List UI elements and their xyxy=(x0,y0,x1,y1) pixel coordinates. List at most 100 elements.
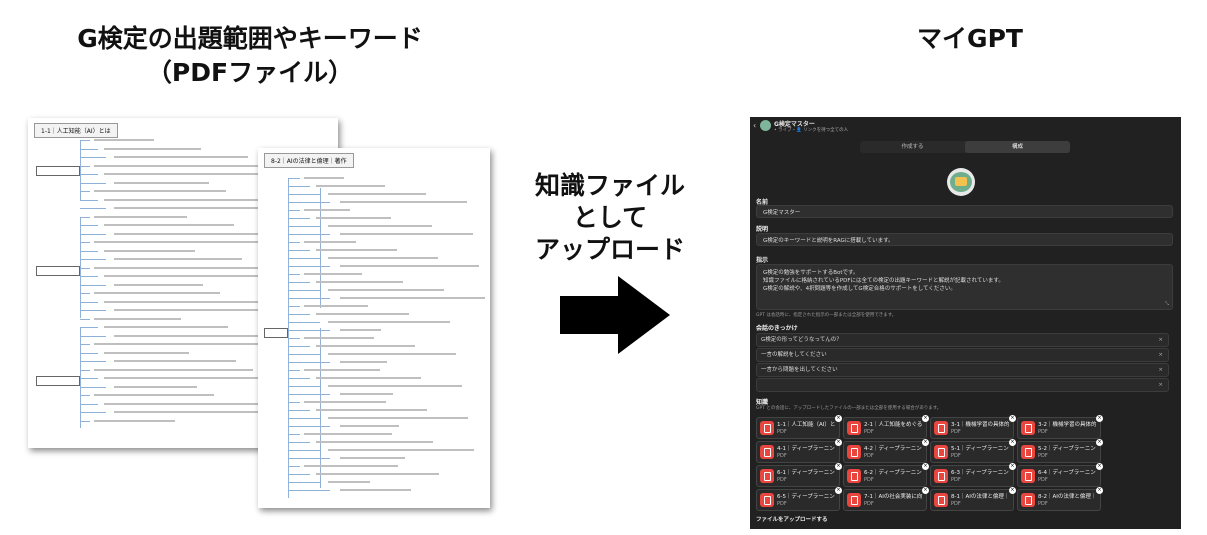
mindmap-connector xyxy=(80,216,90,218)
mindmap-connector xyxy=(288,370,300,371)
remove-file-icon[interactable]: × xyxy=(1096,487,1103,494)
remove-file-icon[interactable]: × xyxy=(835,487,842,494)
back-chevron-icon[interactable]: ‹ xyxy=(753,121,756,130)
remove-file-icon[interactable]: × xyxy=(1096,439,1103,446)
mindmap-text xyxy=(328,353,456,355)
instructions-note: GPT は会話時に、指定された指示の一部または全部を使用できます。 xyxy=(756,313,897,318)
knowledge-file-chip[interactable]: 2-1｜人工知能をめぐる動向.pdfPDF × xyxy=(843,415,929,439)
knowledge-file-chip[interactable]: 3-1｜機械学習の具体的手法.pdfPDF × xyxy=(930,415,1016,439)
mindmap-connector xyxy=(288,218,310,219)
knowledge-file-chip[interactable]: 8-2｜AIの法律と倫理｜倫理.pdfPDF × xyxy=(1017,487,1103,511)
remove-file-icon[interactable]: × xyxy=(922,463,929,470)
starter-input[interactable]: × xyxy=(756,378,1169,392)
mindmap-text xyxy=(114,258,242,260)
close-icon[interactable]: × xyxy=(1158,379,1163,391)
close-icon[interactable]: × xyxy=(1158,349,1163,361)
mindmap-connector xyxy=(80,293,90,294)
knowledge-note: GPT との会話に、アップロードしたファイルの一部または全部を使用する場合があり… xyxy=(756,406,942,411)
gpt-builder-panel: ‹ G検定マスター • ライブ・👤 リンクを持つ全ての人 作成する 構成 名前 … xyxy=(750,117,1181,529)
mindmap-connector xyxy=(80,327,98,328)
file-name: 6-3｜ディープラーニングの応用.pdf xyxy=(951,470,1009,476)
mindmap-text xyxy=(104,249,195,252)
mindmap-text xyxy=(340,297,485,299)
mindmap-connector xyxy=(288,434,300,435)
remove-file-icon[interactable]: × xyxy=(1096,463,1103,470)
knowledge-file-chip[interactable]: 6-4｜ディープラーニングの応用.pdfPDF × xyxy=(1017,463,1103,487)
pdf-icon xyxy=(934,445,948,459)
mindmap-text xyxy=(316,377,421,379)
mindmap-text xyxy=(94,317,181,320)
knowledge-file-chip[interactable]: 8-1｜AIの法律と倫理｜法律.pdfPDF × xyxy=(930,487,1016,511)
knowledge-file-chip[interactable]: 6-3｜ディープラーニングの応用.pdfPDF × xyxy=(930,463,1016,487)
gpt-header-sub: • ライブ・👤 リンクを持つ全ての人 xyxy=(774,128,849,133)
remove-file-icon[interactable]: × xyxy=(922,415,929,422)
mindmap-connector xyxy=(80,335,106,337)
instructions-textarea[interactable]: G検定の勉強をサポートするBotです。 知識ファイルに格納されているPDFには全… xyxy=(756,264,1173,310)
builder-tabs: 作成する 構成 xyxy=(860,141,1070,153)
pdf-icon xyxy=(760,469,774,483)
mindmap-connector xyxy=(288,346,310,347)
tab-configure[interactable]: 構成 xyxy=(965,141,1070,153)
starter-input[interactable]: 一言の解説をしてください × xyxy=(756,348,1169,362)
knowledge-file-chip[interactable]: 6-2｜ディープラーニングの応用.pdfPDF × xyxy=(843,463,929,487)
mindmap-connector xyxy=(80,361,106,362)
starter-input[interactable]: 一言から問題を出してください × xyxy=(756,363,1169,377)
mindmap-connector xyxy=(288,354,320,355)
knowledge-file-chip[interactable]: 4-2｜ディープラーニングの概要.pdfPDF × xyxy=(843,439,929,463)
knowledge-file-chip[interactable]: 6-5｜ディープラーニングの応用.pdfPDF × xyxy=(756,487,842,511)
remove-file-icon[interactable]: × xyxy=(922,487,929,494)
mindmap-text xyxy=(340,361,387,363)
mindmap-connector xyxy=(288,458,330,459)
mindmap-text xyxy=(316,217,391,219)
file-name: 7-1｜AIの社会実装に向けて.pdf xyxy=(864,494,922,500)
remove-file-icon[interactable]: × xyxy=(1096,415,1103,422)
right-title: マイGPT xyxy=(917,24,1023,53)
gpt-avatar-small xyxy=(760,120,771,131)
mindmap-text xyxy=(304,433,392,435)
remove-file-icon[interactable]: × xyxy=(1009,463,1016,470)
remove-file-icon[interactable]: × xyxy=(1009,415,1016,422)
gpt-avatar[interactable] xyxy=(947,168,975,196)
description-input[interactable]: G検定のキーワードと説明をRAGに搭載しています。 xyxy=(756,233,1173,246)
knowledge-file-chip[interactable]: 7-1｜AIの社会実装に向けて.pdfPDF × xyxy=(843,487,929,511)
knowledge-file-chip[interactable]: 3-2｜機械学習の具体的手法.pdfPDF × xyxy=(1017,415,1103,439)
starter-input[interactable]: G検定の形ってどうなってんの？ × xyxy=(756,333,1169,347)
right-arrow-icon xyxy=(560,276,670,354)
mindmap-text xyxy=(316,473,439,475)
knowledge-file-chip[interactable]: 4-1｜ディープラーニングの概要.pdfPDF × xyxy=(756,439,842,463)
resize-icon[interactable]: ⤡ xyxy=(1165,301,1169,307)
file-type: PDF xyxy=(951,477,961,483)
mindmap-text xyxy=(94,215,187,218)
mindmap-connector xyxy=(288,290,320,291)
name-input[interactable]: G検定マスター xyxy=(756,205,1173,218)
close-icon[interactable]: × xyxy=(1158,364,1163,376)
mindmap-connector xyxy=(80,208,106,209)
mindmap-text xyxy=(304,177,344,179)
file-type: PDF xyxy=(777,453,787,459)
remove-file-icon[interactable]: × xyxy=(1009,487,1016,494)
upload-files-button[interactable]: ファイルをアップロードする xyxy=(756,515,828,523)
mindmap-text xyxy=(114,334,275,337)
mindmap-root-node xyxy=(264,328,288,338)
file-type: PDF xyxy=(951,501,961,507)
knowledge-file-chip[interactable]: 5-1｜ディープラーニングの要素.pdfPDF × xyxy=(930,439,1016,463)
file-name: 1-1｜人工知能（AI）とは.pdf xyxy=(777,422,835,428)
remove-file-icon[interactable]: × xyxy=(1009,439,1016,446)
mindmap-connector xyxy=(288,482,320,483)
mindmap-text xyxy=(304,305,368,307)
pdf-icon xyxy=(1021,445,1035,459)
pdf-icon xyxy=(934,421,948,435)
tab-create[interactable]: 作成する xyxy=(860,141,965,153)
remove-file-icon[interactable]: × xyxy=(835,415,842,422)
close-icon[interactable]: × xyxy=(1158,334,1163,346)
mindmap-connector xyxy=(80,165,90,167)
description-value: G検定のキーワードと説明をRAGに搭載しています。 xyxy=(763,238,894,244)
remove-file-icon[interactable]: × xyxy=(835,439,842,446)
mindmap-text xyxy=(104,147,201,150)
mindmap-connector xyxy=(288,330,330,331)
knowledge-file-chip[interactable]: 6-1｜ディープラーニングの応用.pdfPDF × xyxy=(756,463,842,487)
knowledge-file-chip[interactable]: 5-2｜ディープラーニングの要素.pdfPDF × xyxy=(1017,439,1103,463)
knowledge-file-chip[interactable]: 1-1｜人工知能（AI）とは.pdfPDF × xyxy=(756,415,842,439)
remove-file-icon[interactable]: × xyxy=(922,439,929,446)
remove-file-icon[interactable]: × xyxy=(835,463,842,470)
